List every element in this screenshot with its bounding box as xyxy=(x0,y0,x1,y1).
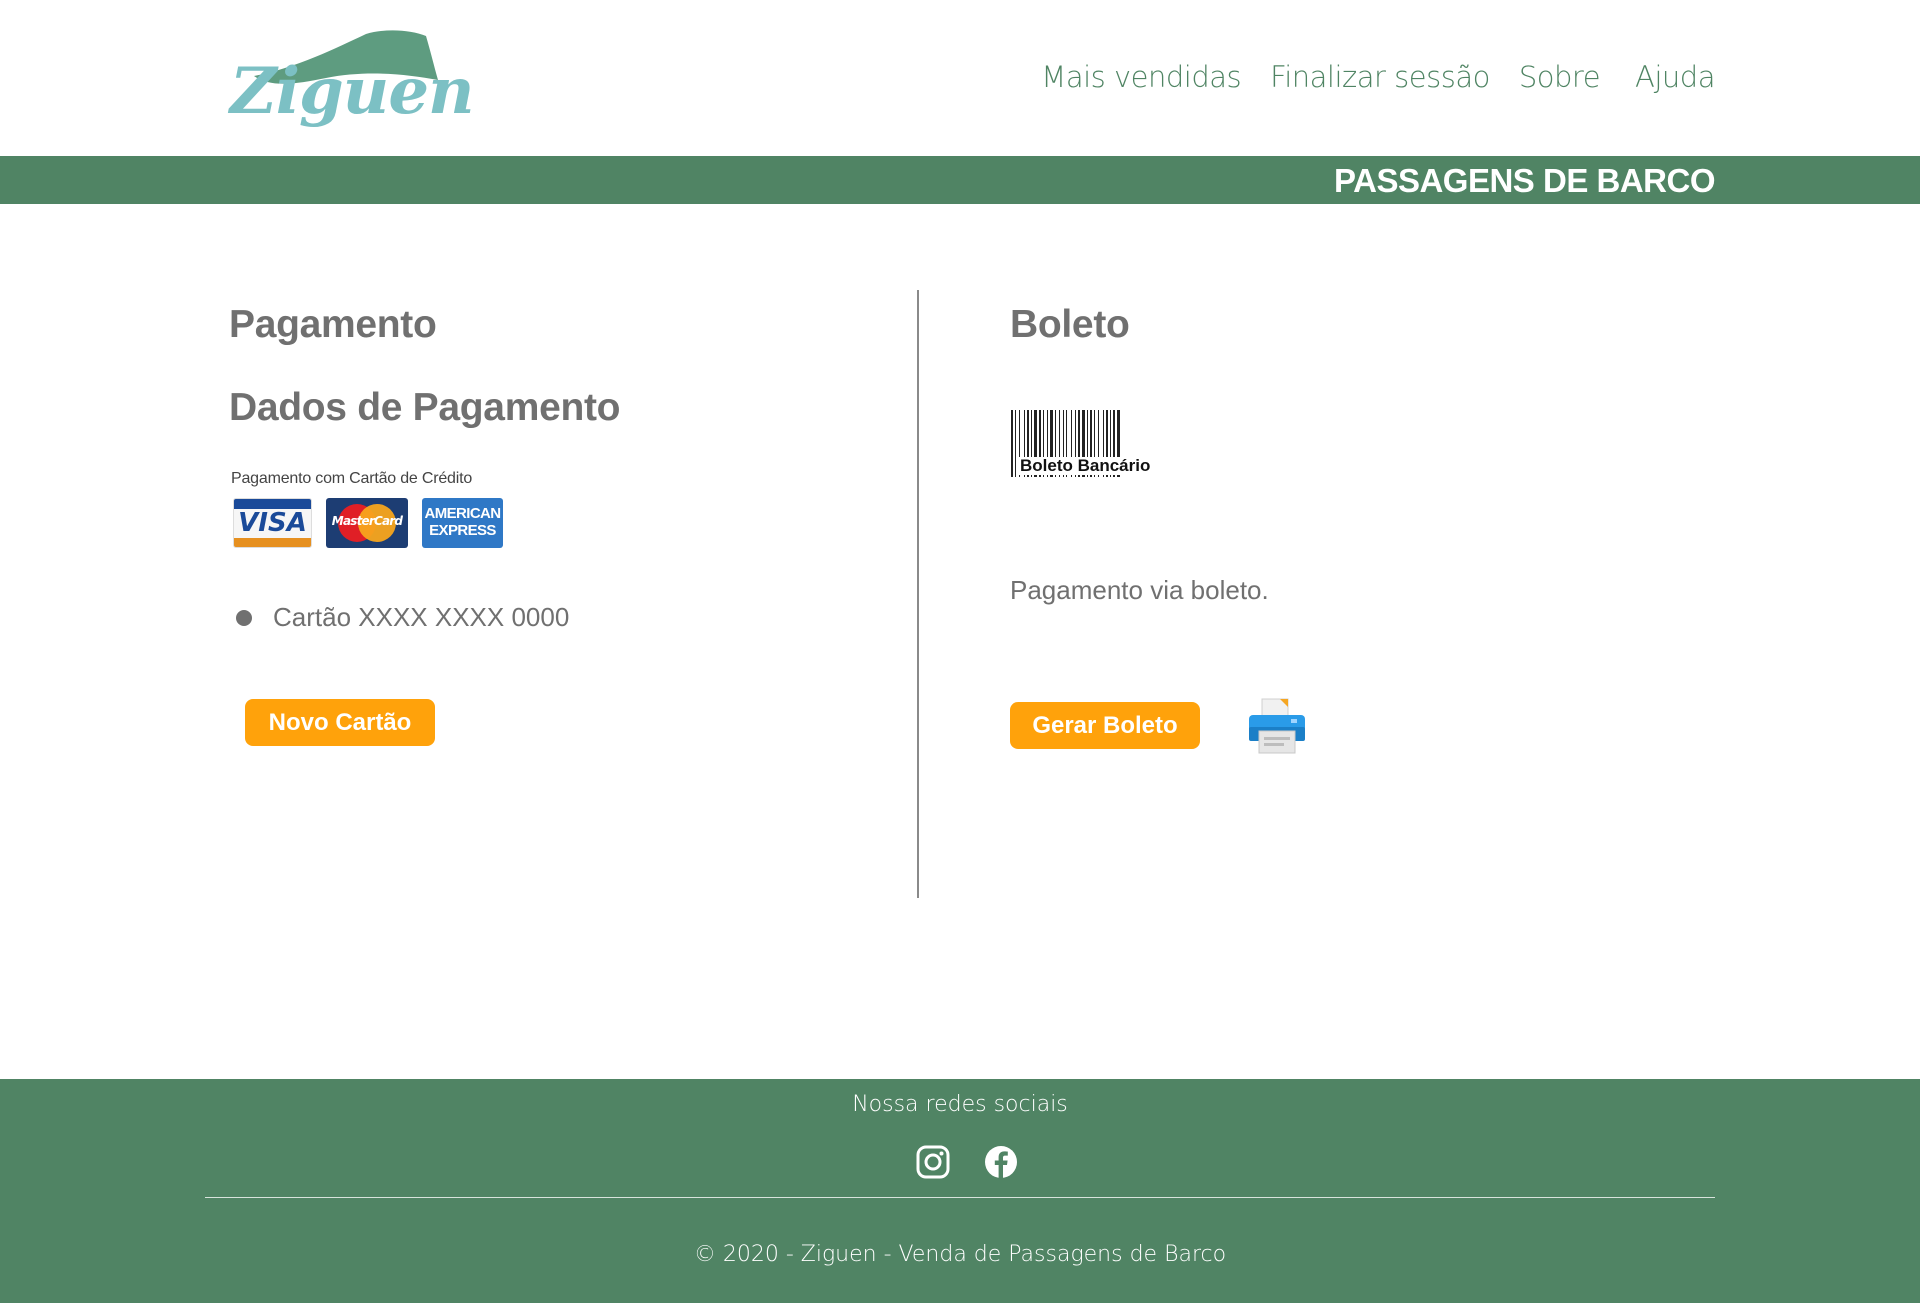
visa-text: VISA xyxy=(238,508,307,538)
logo-text: Ziguen xyxy=(230,54,475,129)
payment-data-title: Dados de Pagamento xyxy=(229,386,621,429)
main-nav: Mais vendidas Finalizar sessão Sobre Aju… xyxy=(1041,60,1715,94)
cards-caption: Pagamento com Cartão de Crédito xyxy=(231,470,473,487)
new-card-button[interactable]: Novo Cartão xyxy=(245,699,435,746)
facebook-icon[interactable] xyxy=(984,1145,1018,1179)
saved-card-option[interactable]: Cartão XXXX XXXX 0000 xyxy=(236,602,569,633)
banner-title: PASSAGENS DE BARCO xyxy=(1334,162,1715,199)
copyright-text: © 2020 - Ziguen - Venda de Passagens de … xyxy=(693,1242,1227,1267)
social-links xyxy=(916,1145,1018,1179)
printer-icon[interactable] xyxy=(1247,697,1307,755)
instagram-icon[interactable] xyxy=(916,1145,950,1179)
nav-sobre[interactable]: Sobre xyxy=(1519,60,1601,94)
mastercard-text: MasterCard xyxy=(331,514,403,528)
nav-finalizar-sessao[interactable]: Finalizar sessão xyxy=(1270,60,1490,94)
radio-selected-icon[interactable] xyxy=(236,609,252,626)
nav-ajuda[interactable]: Ajuda xyxy=(1635,60,1715,94)
footer-divider xyxy=(205,1197,1715,1198)
ziguen-logo[interactable]: Ziguen xyxy=(226,28,475,146)
column-divider xyxy=(917,290,919,898)
saved-card-label: Cartão XXXX XXXX 0000 xyxy=(273,602,570,632)
visa-logo: VISA xyxy=(233,498,312,548)
mastercard-logo: MasterCard xyxy=(326,498,408,548)
amex-logo: AMERICAN EXPRESS xyxy=(422,498,503,548)
nav-mais-vendidas[interactable]: Mais vendidas xyxy=(1041,60,1241,94)
payment-title: Pagamento xyxy=(229,303,437,346)
barcode-label: Boleto Bancário xyxy=(1018,456,1153,475)
social-title: Nossa redes sociais xyxy=(852,1092,1068,1117)
generate-boleto-button[interactable]: Gerar Boleto xyxy=(1010,702,1200,749)
amex-text: AMERICAN EXPRESS xyxy=(424,505,501,539)
barcode-icon: Boleto Bancário xyxy=(1010,410,1175,477)
credit-card-brands: Pagamento com Cartão de Crédito VISA Mas… xyxy=(231,470,511,554)
boleto-description: Pagamento via boleto. xyxy=(1010,575,1269,605)
boleto-title: Boleto xyxy=(1010,303,1130,346)
section-banner: PASSAGENS DE BARCO xyxy=(0,156,1920,204)
site-header: Ziguen Mais vendidas Finalizar sessão So… xyxy=(0,0,1920,156)
site-footer: Nossa redes sociais © 2020 - Ziguen - Ve… xyxy=(0,1079,1920,1303)
